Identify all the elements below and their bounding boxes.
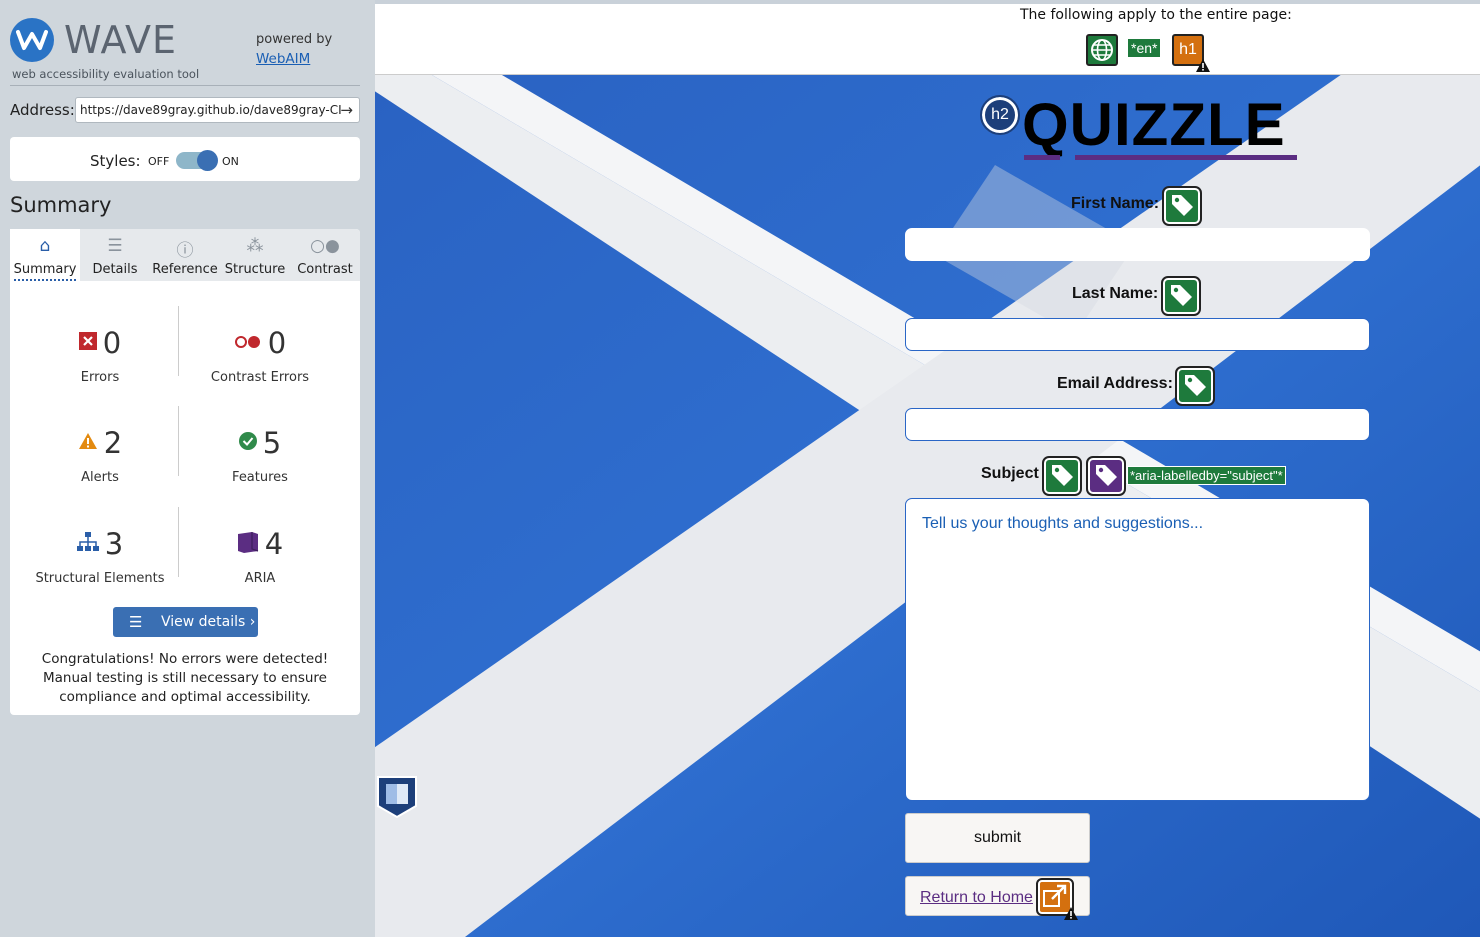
page-level-banner: The following apply to the entire page: … xyxy=(375,4,1480,75)
tab-details[interactable]: ☰ Details xyxy=(80,229,150,281)
webaim-link[interactable]: WebAIM xyxy=(256,51,310,67)
error-icon xyxy=(78,332,97,354)
stat-structural[interactable]: 3 Structural Elements xyxy=(15,527,185,586)
view-details-label: View details › xyxy=(161,614,256,630)
stat-contrast-errors[interactable]: 0 Contrast Errors xyxy=(175,326,345,385)
tab-reference-label: Reference xyxy=(152,262,218,277)
summary-heading: Summary xyxy=(10,193,112,217)
address-input[interactable]: https://dave89gray.github.io/dave89gray-… xyxy=(75,97,360,123)
hierarchy-icon: ⁂ xyxy=(246,236,264,256)
label-tag-icon[interactable] xyxy=(1161,276,1201,316)
stat-alerts[interactable]: 2 Alerts xyxy=(15,426,185,485)
tab-reference[interactable]: ⓘ Reference xyxy=(150,229,220,281)
powered-by-text: powered by xyxy=(256,32,333,47)
first-name-label: First Name: xyxy=(1071,195,1160,212)
summary-panel: ⌂ Summary ☰ Details ⓘ Reference ⁂ Struct… xyxy=(10,229,360,715)
info-icon: ⓘ xyxy=(176,241,194,261)
heading-underline xyxy=(1024,155,1060,160)
errors-label: Errors xyxy=(80,370,120,385)
address-label: Address: xyxy=(10,101,75,119)
email-input[interactable] xyxy=(905,408,1370,441)
new-window-link-alert-icon[interactable] xyxy=(1036,878,1078,920)
h2-structure-icon[interactable]: h2 xyxy=(980,95,1020,135)
contrast-error-icon xyxy=(234,334,262,353)
styles-label: Styles: xyxy=(90,152,141,170)
stat-errors[interactable]: 0 Errors xyxy=(15,326,185,385)
first-name-input[interactable] xyxy=(905,228,1370,261)
tab-contrast-label: Contrast xyxy=(297,262,353,277)
contrast-errors-count: 0 xyxy=(267,326,287,360)
heading-underline xyxy=(1075,155,1297,160)
tab-summary-label: Summary xyxy=(13,262,77,277)
tab-structure-label: Structure xyxy=(224,262,286,277)
page-level-text: The following apply to the entire page: xyxy=(1020,7,1292,23)
h1-badge-label: h1 xyxy=(1179,41,1197,58)
structural-count: 3 xyxy=(104,527,124,561)
styles-on-label: ON xyxy=(222,155,239,168)
go-arrow-icon[interactable]: → xyxy=(340,101,353,119)
structure-icon xyxy=(76,532,99,556)
tab-summary[interactable]: ⌂ Summary xyxy=(10,229,80,281)
subject-label: Subject xyxy=(981,465,1039,482)
evaluated-page: The following apply to the entire page: … xyxy=(375,0,1480,937)
stat-features[interactable]: 5 Features xyxy=(175,426,345,485)
toggle-knob xyxy=(197,150,218,171)
aria-labelledby-chip[interactable]: *aria-labelledby="subject"* xyxy=(1127,466,1286,485)
contrast-icon: ○● xyxy=(310,236,340,256)
alerts-label: Alerts xyxy=(81,470,119,485)
wave-subtitle: web accessibility evaluation tool xyxy=(12,67,200,81)
language-chip[interactable]: *en* xyxy=(1127,38,1162,58)
features-count: 5 xyxy=(262,426,282,460)
congrats-message: Congratulations! No errors were detected… xyxy=(41,651,329,705)
language-globe-icon[interactable] xyxy=(1086,34,1118,66)
aria-icon xyxy=(237,531,259,557)
thoughts-textarea[interactable]: Tell us your thoughts and suggestions... xyxy=(905,498,1370,801)
aria-label: ARIA xyxy=(244,571,276,586)
alert-icon xyxy=(78,432,98,454)
tab-bar: ⌂ Summary ☰ Details ⓘ Reference ⁂ Struct… xyxy=(10,229,360,281)
wave-header: WAVE web accessibility evaluation tool p… xyxy=(10,16,360,86)
list-icon: ☰ xyxy=(107,236,123,256)
view-details-button[interactable]: ☰ View details › xyxy=(113,607,258,637)
home-icon: ⌂ xyxy=(39,236,51,256)
submit-button[interactable]: submit xyxy=(905,813,1090,863)
last-name-label: Last Name: xyxy=(1072,285,1159,302)
label-tag-icon[interactable] xyxy=(1162,186,1202,226)
errors-count: 0 xyxy=(102,326,122,360)
tab-contrast[interactable]: ○● Contrast xyxy=(290,229,360,281)
structural-label: Structural Elements xyxy=(35,571,165,586)
active-tab-indicator xyxy=(14,279,76,281)
aria-labelledby-icon[interactable] xyxy=(1086,456,1126,496)
h2-badge-label: h2 xyxy=(991,106,1009,123)
h1-missing-alert-icon[interactable]: h1 xyxy=(1172,34,1210,72)
styles-toggle-panel: Styles: OFF ON xyxy=(10,137,360,181)
email-label: Email Address: xyxy=(1057,375,1173,392)
tab-structure[interactable]: ⁂ Structure xyxy=(220,229,290,281)
features-label: Features xyxy=(232,470,288,485)
label-tag-icon[interactable] xyxy=(1175,366,1215,406)
address-value: https://dave89gray.github.io/dave89gray-… xyxy=(80,103,342,117)
feature-check-icon xyxy=(238,432,257,454)
last-name-input[interactable] xyxy=(905,318,1370,351)
wave-logo-icon xyxy=(10,18,54,62)
aria-count: 4 xyxy=(264,527,284,561)
textarea-placeholder: Tell us your thoughts and suggestions... xyxy=(922,515,1204,532)
list-icon: ☰ xyxy=(129,613,143,631)
wave-sidebar: WAVE web accessibility evaluation tool p… xyxy=(0,0,375,937)
styles-off-label: OFF xyxy=(148,155,170,168)
label-tag-icon[interactable] xyxy=(1042,456,1082,496)
stat-aria[interactable]: 4 ARIA xyxy=(175,527,345,586)
quizzle-heading: QUIZZLE xyxy=(1022,91,1286,158)
styles-toggle[interactable] xyxy=(176,150,218,171)
contrast-errors-label: Contrast Errors xyxy=(210,370,310,385)
wave-logo-text: WAVE xyxy=(64,18,178,62)
alerts-count: 2 xyxy=(103,426,123,460)
page-region-icon[interactable] xyxy=(377,776,417,819)
return-home-link[interactable]: Return to Home xyxy=(920,889,1033,907)
tab-details-label: Details xyxy=(92,262,138,277)
